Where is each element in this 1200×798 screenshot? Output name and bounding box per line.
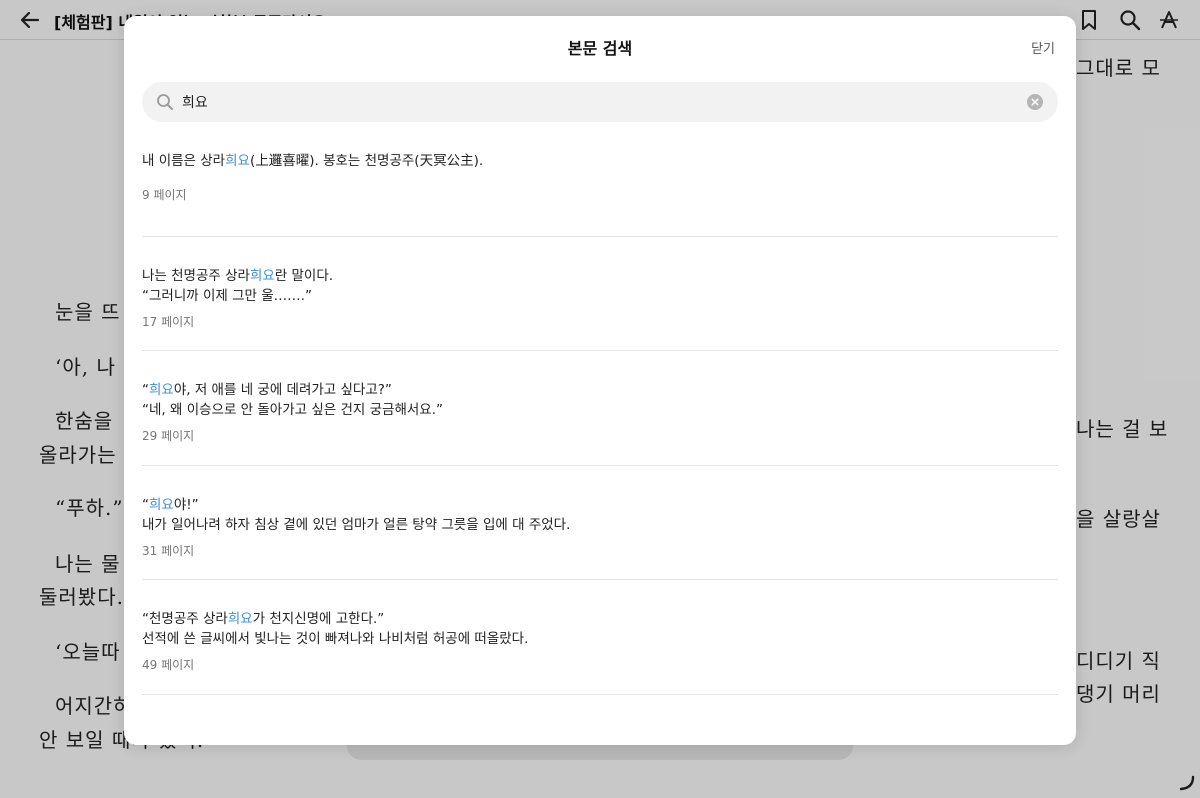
- result-match-highlight: 희요: [149, 496, 174, 513]
- result-text: “희요야, 저 애를 네 궁에 데려가고 싶다고?” “네, 왜 이승으로 안 …: [142, 380, 443, 420]
- result-line: “희요야, 저 애를 네 궁에 데려가고 싶다고?”: [142, 380, 443, 400]
- result-text-after: (上邏喜曜). 봉호는 천명공주(天冥公主).: [249, 153, 484, 169]
- result-text: “천명공주 상라희요가 천지신명에 고한다.” 선적에 쓴 글씨에서 빛나는 것…: [142, 609, 528, 649]
- result-text-after: 가 천지신명에 고한다.”: [252, 611, 385, 627]
- search-icon: [156, 93, 174, 111]
- search-result-item[interactable]: “희요야, 저 애를 네 궁에 데려가고 싶다고?” “네, 왜 이승으로 안 …: [142, 351, 1058, 466]
- result-text: 나는 천명공주 상라희요란 말이다. “그러니까 이제 그만 울…….”: [142, 266, 333, 306]
- modal-title: 본문 검색: [567, 39, 633, 58]
- result-match-highlight: 희요: [225, 153, 250, 169]
- search-modal: 본문 검색 닫기 내 이름은 상라희요(上邏喜曜). 봉호는 천명공주(天冥公主…: [124, 16, 1076, 745]
- search-result-item[interactable]: “천명공주 상라희요가 천지신명에 고한다.” 선적에 쓴 글씨에서 빛나는 것…: [142, 580, 1058, 695]
- result-line: “희요야!”: [142, 495, 570, 515]
- result-page-number: 9 페이지: [142, 188, 187, 202]
- result-text-after: 란 말이다.: [274, 267, 334, 284]
- result-text: “희요야!” 내가 일어나려 하자 침상 곁에 있던 엄마가 얼른 탕약 그릇을…: [142, 495, 570, 535]
- result-match-highlight: 희요: [249, 267, 275, 284]
- close-button[interactable]: 닫기: [1031, 38, 1055, 57]
- search-result-item[interactable]: 나는 천명공주 상라희요란 말이다. “그러니까 이제 그만 울…….” 17 …: [142, 237, 1058, 351]
- result-page-number: 17 페이지: [142, 314, 195, 329]
- result-text-after: 야, 저 애를 네 궁에 데려가고 싶다고?”: [173, 382, 392, 398]
- result-line: 선적에 쓴 글씨에서 빛나는 것이 빠져나와 나비처럼 허공에 떠올랐다.: [142, 631, 529, 647]
- result-text-before: “천명공주 상라: [142, 611, 228, 627]
- search-result-item[interactable]: 내 이름은 상라희요(上邏喜曜). 봉호는 천명공주(天冥公主). 9 페이지: [142, 122, 1058, 237]
- result-text-before: 나는 천명공주 상라: [142, 267, 250, 284]
- result-line: “네, 왜 이승으로 안 돌아가고 싶은 건지 궁금해서요.”: [142, 402, 444, 418]
- result-page-number: 29 페이지: [142, 429, 195, 443]
- result-line: 내 이름은 상라희요(上邏喜曜). 봉호는 천명공주(天冥公主).: [142, 151, 483, 171]
- result-text-before: “: [142, 382, 149, 398]
- result-match-highlight: 희요: [149, 382, 174, 398]
- result-line: “그러니까 이제 그만 울…….”: [142, 287, 312, 304]
- result-line: “천명공주 상라희요가 천지신명에 고한다.”: [142, 609, 528, 629]
- result-text: 내 이름은 상라희요(上邏喜曜). 봉호는 천명공주(天冥公主).: [142, 151, 483, 171]
- result-text-before: 내 이름은 상라: [142, 153, 226, 169]
- result-page-number: 31 페이지: [142, 543, 195, 558]
- result-page-number: 49 페이지: [142, 658, 195, 672]
- result-text-after: 야!”: [173, 496, 199, 513]
- result-match-highlight: 희요: [227, 611, 253, 627]
- result-line: 나는 천명공주 상라희요란 말이다.: [142, 266, 333, 286]
- result-line: 내가 일어나려 하자 침상 곁에 있던 엄마가 얼른 탕약 그릇을 입에 대 주…: [142, 516, 571, 533]
- search-input[interactable]: [182, 82, 1002, 122]
- clear-icon[interactable]: [1027, 94, 1043, 110]
- result-text-before: “: [142, 496, 149, 513]
- search-result-item[interactable]: “희요야!” 내가 일어나려 하자 침상 곁에 있던 엄마가 얼른 탕약 그릇을…: [142, 466, 1058, 580]
- search-bar: [142, 82, 1058, 122]
- search-results-list: 내 이름은 상라희요(上邏喜曜). 봉호는 천명공주(天冥公主). 9 페이지 …: [142, 122, 1058, 695]
